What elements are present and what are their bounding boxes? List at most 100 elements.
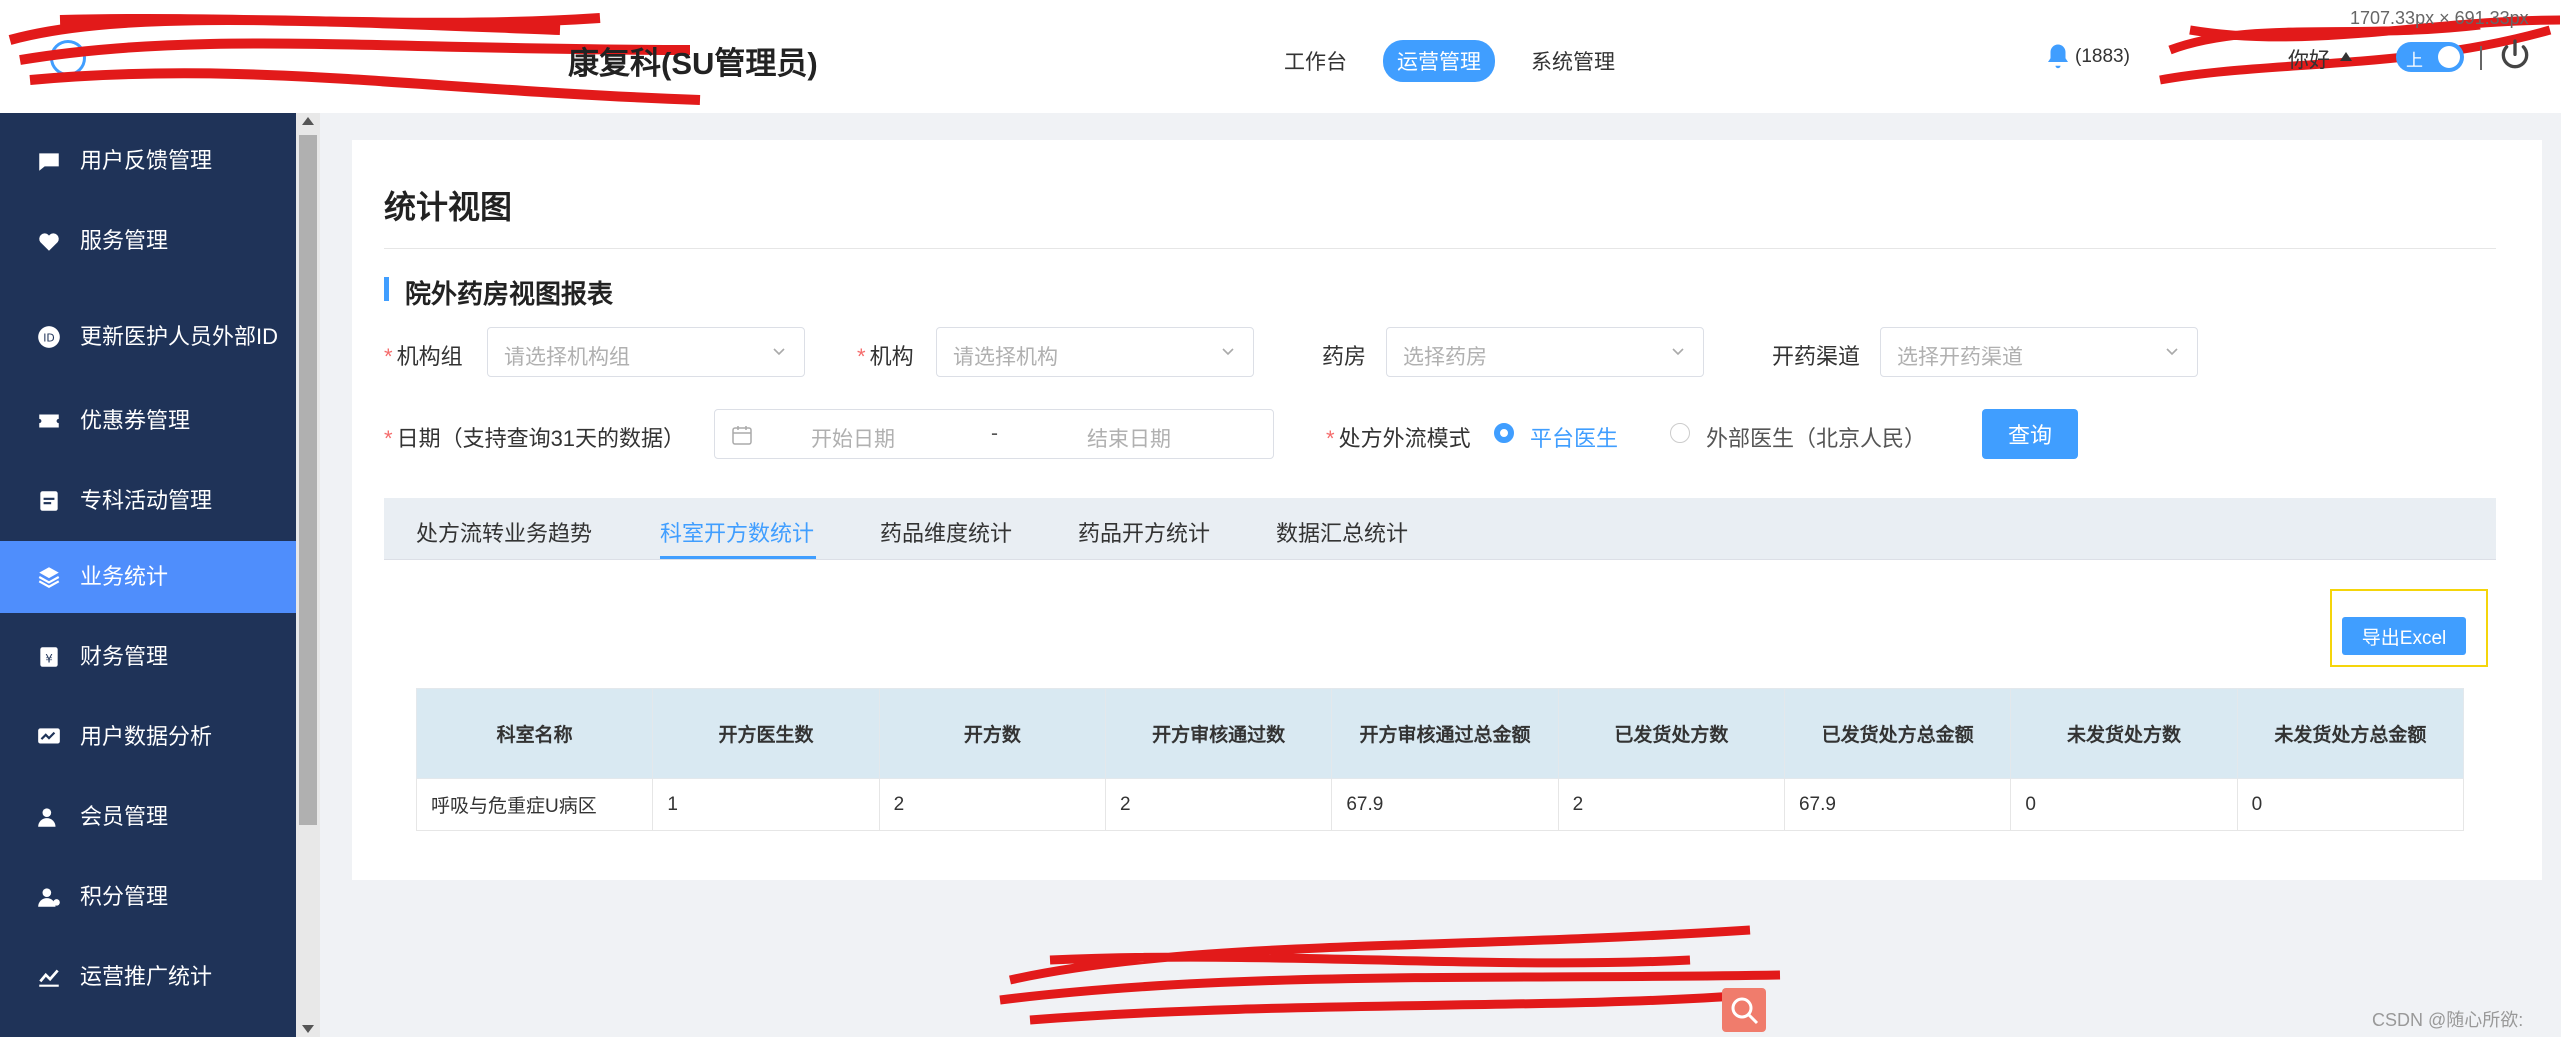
column-header[interactable]: 未发货处方总金额 — [2236, 688, 2465, 779]
nav-operations[interactable]: 运营管理 — [1383, 40, 1495, 82]
tab-drug-dimension[interactable]: 药品维度统计 — [880, 516, 1012, 548]
sidebar-item-label: 财务管理 — [80, 644, 169, 669]
column-header[interactable]: 开方医生数 — [652, 688, 880, 779]
svg-text:ID: ID — [43, 331, 55, 344]
export-excel-button[interactable]: 导出Excel — [2342, 617, 2466, 655]
sidebar-scrollbar[interactable] — [296, 113, 320, 1037]
date-range-picker[interactable]: 开始日期 - 结束日期 — [714, 409, 1274, 459]
sidebar-item-service[interactable]: 服务管理 — [0, 205, 296, 277]
radio-external-doctor-label[interactable]: 外部医生（北京人民） — [1706, 421, 1926, 453]
caret-up-icon[interactable] — [2340, 52, 2352, 61]
date-start-placeholder[interactable]: 开始日期 — [811, 423, 895, 453]
column-header[interactable]: 科室名称 — [415, 688, 654, 779]
notification-count: (1883) — [2075, 46, 2130, 67]
table-cell: 67.9 — [1783, 778, 2012, 831]
user-greeting[interactable]: 你好 — [2288, 44, 2330, 74]
tab-dept-prescriptions[interactable]: 科室开方数统计 — [660, 516, 814, 548]
sidebar-item-label: 用户反馈管理 — [80, 148, 213, 173]
sidebar-item-label: 专科活动管理 — [80, 488, 213, 513]
scroll-down-icon[interactable] — [302, 1025, 314, 1033]
pharmacy-select[interactable]: 选择药房 — [1386, 327, 1704, 377]
sidebar-item-member[interactable]: 会员管理 — [0, 781, 296, 853]
section-title: 院外药房视图报表 — [405, 279, 614, 309]
status-toggle[interactable]: 上 — [2396, 42, 2464, 72]
coupon-icon — [39, 414, 59, 428]
table-row[interactable]: 呼吸与危重症U病区 1 2 2 67.9 2 67.9 0 0 — [415, 778, 2465, 831]
mode-label: * 处方外流模式 — [1326, 426, 1471, 451]
bell-icon[interactable] — [2043, 42, 2073, 72]
sidebar-item-activity[interactable]: 专科活动管理 — [0, 465, 296, 537]
scroll-thumb[interactable] — [299, 135, 317, 825]
id-icon: ID — [38, 326, 60, 348]
table-cell: 0 — [2010, 778, 2238, 831]
active-tab-indicator — [660, 556, 816, 559]
calendar-icon — [732, 426, 752, 445]
sidebar-item-label: 服务管理 — [80, 228, 169, 253]
date-end-placeholder[interactable]: 结束日期 — [1087, 423, 1171, 453]
tab-prescription-trend[interactable]: 处方流转业务趋势 — [416, 516, 592, 548]
query-button[interactable]: 查询 — [1982, 409, 2078, 459]
tab-data-summary[interactable]: 数据汇总统计 — [1276, 516, 1408, 548]
column-header[interactable]: 开方审核通过数 — [1104, 688, 1333, 779]
org-select[interactable]: 请选择机构 — [936, 327, 1254, 377]
table-cell: 67.9 — [1331, 778, 1559, 831]
heart-icon — [39, 233, 59, 251]
dept-stats-table: 科室名称 开方医生数 开方数 开方审核通过数 开方审核通过总金额 已发货处方数 … — [415, 688, 2465, 831]
sidebar-item-update-id[interactable]: ID 更新医护人员外部ID — [0, 285, 296, 389]
column-header[interactable]: 已发货处方数 — [1557, 688, 1785, 779]
chevron-down-icon — [2166, 348, 2178, 356]
sidebar-item-user-analysis[interactable]: 用户数据分析 — [0, 701, 296, 773]
nav-system[interactable]: 系统管理 — [1517, 40, 1629, 82]
layers-icon — [38, 567, 60, 588]
column-header[interactable]: 开方数 — [878, 688, 1107, 779]
date-label: * 日期（支持查询31天的数据） — [384, 426, 686, 451]
chevron-down-icon — [1672, 348, 1684, 356]
points-icon — [38, 888, 60, 907]
search-icon[interactable] — [1722, 988, 1766, 1032]
channel-select[interactable]: 选择开药渠道 — [1880, 327, 2198, 377]
column-header[interactable]: 开方审核通过总金额 — [1331, 688, 1559, 779]
pharmacy-label: 药房 — [1322, 344, 1367, 369]
chart-icon — [39, 969, 59, 987]
toggle-knob — [2438, 46, 2460, 68]
org-label: * 机构 — [857, 344, 914, 369]
sidebar-item-promotion-stats[interactable]: 运营推广统计 — [0, 941, 296, 1013]
analysis-icon — [38, 728, 60, 744]
radio-platform-doctor-label[interactable]: 平台医生 — [1530, 421, 1618, 453]
sidebar-item-label: 优惠券管理 — [80, 408, 191, 433]
footer-redaction-scribble — [999, 925, 1781, 1025]
sidebar-item-feedback[interactable]: 用户反馈管理 — [0, 125, 296, 197]
stats-tabs: 处方流转业务趋势 科室开方数统计 药品维度统计 药品开方统计 数据汇总统计 — [384, 498, 2496, 560]
org-group-select[interactable]: 请选择机构组 — [487, 327, 805, 377]
org-group-placeholder: 请选择机构组 — [504, 346, 630, 369]
table-cell: 1 — [652, 778, 880, 831]
channel-placeholder: 选择开药渠道 — [1897, 346, 2023, 369]
scroll-up-icon[interactable] — [302, 117, 314, 125]
power-icon[interactable] — [2495, 36, 2535, 76]
top-nav: 工作台 运营管理 系统管理 — [1270, 40, 1629, 82]
nav-workbench[interactable]: 工作台 — [1270, 40, 1361, 82]
sidebar-item-label: 运营推广统计 — [80, 964, 213, 989]
table-cell: 呼吸与危重症U病区 — [415, 778, 654, 831]
watermark: CSDN @随心所欲: — [2372, 1010, 2524, 1030]
radio-platform-doctor[interactable] — [1494, 423, 1514, 443]
sidebar-item-label: 业务统计 — [80, 564, 169, 589]
date-separator: - — [991, 422, 998, 445]
org-placeholder: 请选择机构 — [953, 346, 1058, 369]
tab-drug-prescriptions[interactable]: 药品开方统计 — [1078, 516, 1210, 548]
column-header[interactable]: 已发货处方总金额 — [1783, 688, 2012, 779]
sidebar-item-label: 更新医护人员外部ID — [80, 324, 279, 349]
radio-external-doctor[interactable] — [1670, 423, 1690, 443]
sidebar-item-points[interactable]: 积分管理 — [0, 861, 296, 933]
member-icon — [38, 808, 56, 827]
activity-icon — [40, 491, 58, 511]
sidebar-item-business-stats[interactable]: 业务统计 — [0, 541, 296, 613]
column-header[interactable]: 未发货处方数 — [2010, 688, 2238, 779]
sidebar-item-coupon[interactable]: 优惠券管理 — [0, 385, 296, 457]
sidebar-item-finance[interactable]: ¥ 财务管理 — [0, 621, 296, 693]
table-header-row: 科室名称 开方医生数 开方数 开方审核通过数 开方审核通过总金额 已发货处方数 … — [415, 688, 2465, 779]
sidebar-item-label: 用户数据分析 — [80, 724, 213, 749]
page-title: 统计视图 — [384, 189, 513, 225]
size-readout: 1707.33px × 691.33px — [2350, 8, 2529, 28]
section-accent-bar — [384, 277, 389, 301]
